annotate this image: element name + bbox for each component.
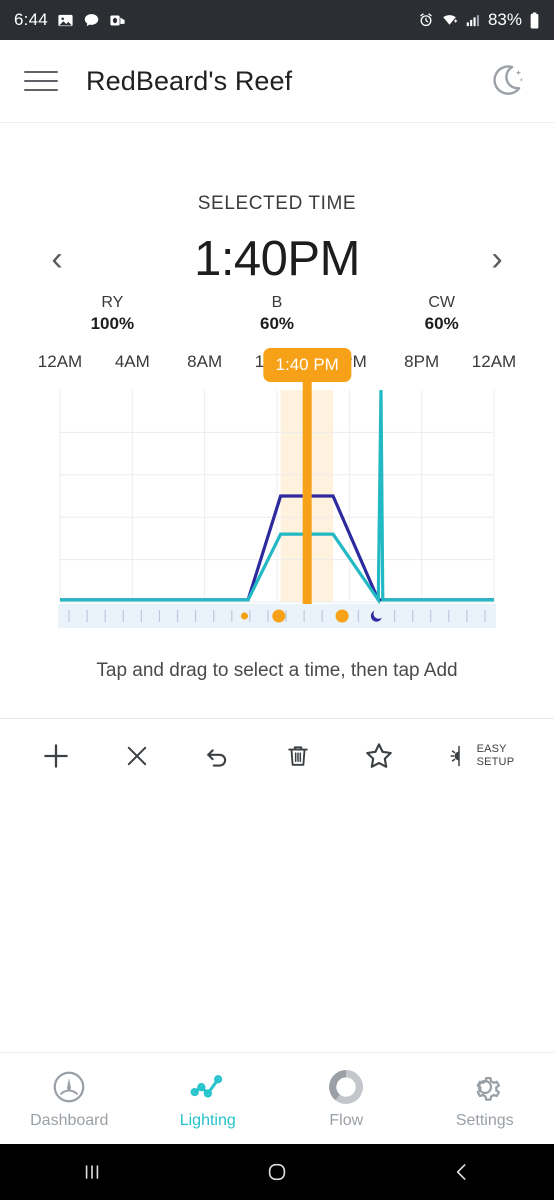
brightness-half-icon [450,745,460,766]
channel-ry-name: RY [101,294,124,311]
outlook-icon [109,12,126,29]
channel-ry-value: 100% [90,314,135,333]
battery-percent-label: 83% [487,10,522,29]
signal-icon [465,13,481,28]
selected-time-label: SELECTED TIME [197,193,357,214]
android-status-bar: 6:44 83% [0,0,554,40]
hamburger-menu-icon[interactable] [24,64,58,98]
android-system-nav [0,1144,554,1200]
add-button[interactable] [40,740,72,772]
chart-svg[interactable] [8,378,546,630]
photos-icon [57,12,74,29]
nav-item-settings[interactable]: Settings [416,1068,554,1130]
app-bar: RedBeard's Reef [0,40,554,123]
chevron-right-icon[interactable]: › [470,232,524,286]
selected-time-section: SELECTED TIME ‹ 1:40PM › RY 100% B 60% C… [0,123,554,334]
status-bar-clock: 6:44 [14,10,48,29]
gear-icon [476,1076,500,1101]
channel-ry: RY 100% [30,293,195,334]
channel-values: RY 100% B 60% CW 60% [0,293,554,334]
gauge-icon [53,1071,85,1102]
chevron-left-icon[interactable]: ‹ [30,232,84,286]
star-icon [366,743,392,768]
cancel-button[interactable] [123,742,151,770]
x-axis-tick-2: 8AM [187,352,223,372]
chart-plot-area[interactable] [8,378,546,630]
easy-setup-label: EASY SETUP [477,743,515,768]
undo-arrow-icon [207,749,227,767]
chat-bubble-icon [83,12,100,29]
recents-bars-icon[interactable] [0,1159,185,1185]
page-title: RedBeard's Reef [86,65,293,96]
channel-b: B 60% [195,293,360,334]
channel-cw-value: 60% [424,314,459,333]
x-axis-tick-0: 12AM [37,352,83,372]
easy-setup-button[interactable]: EASY SETUP [447,743,515,768]
alarm-icon [418,12,434,28]
x-axis-tick-1: 4AM [114,352,150,372]
undo-button[interactable] [202,741,232,771]
nav-label-flow: Flow [329,1111,364,1129]
channel-b-value: 60% [259,314,295,333]
lighting-schedule-chart[interactable]: 12AM4AM8AM12PM4PM8PM12AM1:40 PM [0,348,554,630]
nav-label-dashboard: Dashboard [30,1111,109,1129]
nav-label-settings: Settings [455,1111,514,1129]
time-stepper: ‹ 1:40PM › [0,231,554,287]
x-axis-tick-5: 8PM [404,352,440,372]
status-bar-left: 6:44 [14,10,126,30]
moon-stars-icon[interactable] [486,59,530,103]
nav-item-lighting[interactable]: Lighting [139,1068,278,1130]
easy-setup-label-line2: SETUP [476,755,515,768]
wifi-icon [441,12,458,28]
nav-label-lighting: Lighting [179,1111,236,1129]
home-circle-icon[interactable] [185,1159,370,1185]
line-chart-icon [190,1074,223,1098]
chart-hint-text: Tap and drag to select a time, then tap … [96,660,458,682]
delete-button[interactable] [284,742,312,770]
status-bar-right: 83% [418,10,540,30]
channel-cw-name: CW [428,294,455,311]
battery-icon [529,11,540,29]
editor-toolbar: EASY SETUP [0,718,554,792]
bottom-navigation: Dashboard Lighting Flow Settings [0,1052,554,1144]
channel-b-name: B [271,294,283,311]
donut-icon [329,1069,364,1104]
close-x-icon [127,746,147,765]
nav-item-dashboard[interactable]: Dashboard [0,1068,139,1130]
easy-setup-label-line1: EASY [476,743,507,756]
selected-time-bubble[interactable]: 1:40 PM [263,348,351,383]
plus-icon [43,743,68,768]
back-chevron-icon[interactable] [369,1159,554,1185]
x-axis-tick-6: 12AM [471,352,517,372]
selected-time-value[interactable]: 1:40PM [84,231,470,287]
chart-x-axis: 12AM4AM8AM12PM4PM8PM12AM1:40 PM [8,348,546,383]
trash-icon [288,746,308,766]
favorite-button[interactable] [363,740,395,772]
channel-cw: CW 60% [359,293,524,334]
app-root: 6:44 83% RedBeard's Reef SELECTED TIME ‹… [0,0,554,1200]
nav-item-flow[interactable]: Flow [277,1068,416,1130]
